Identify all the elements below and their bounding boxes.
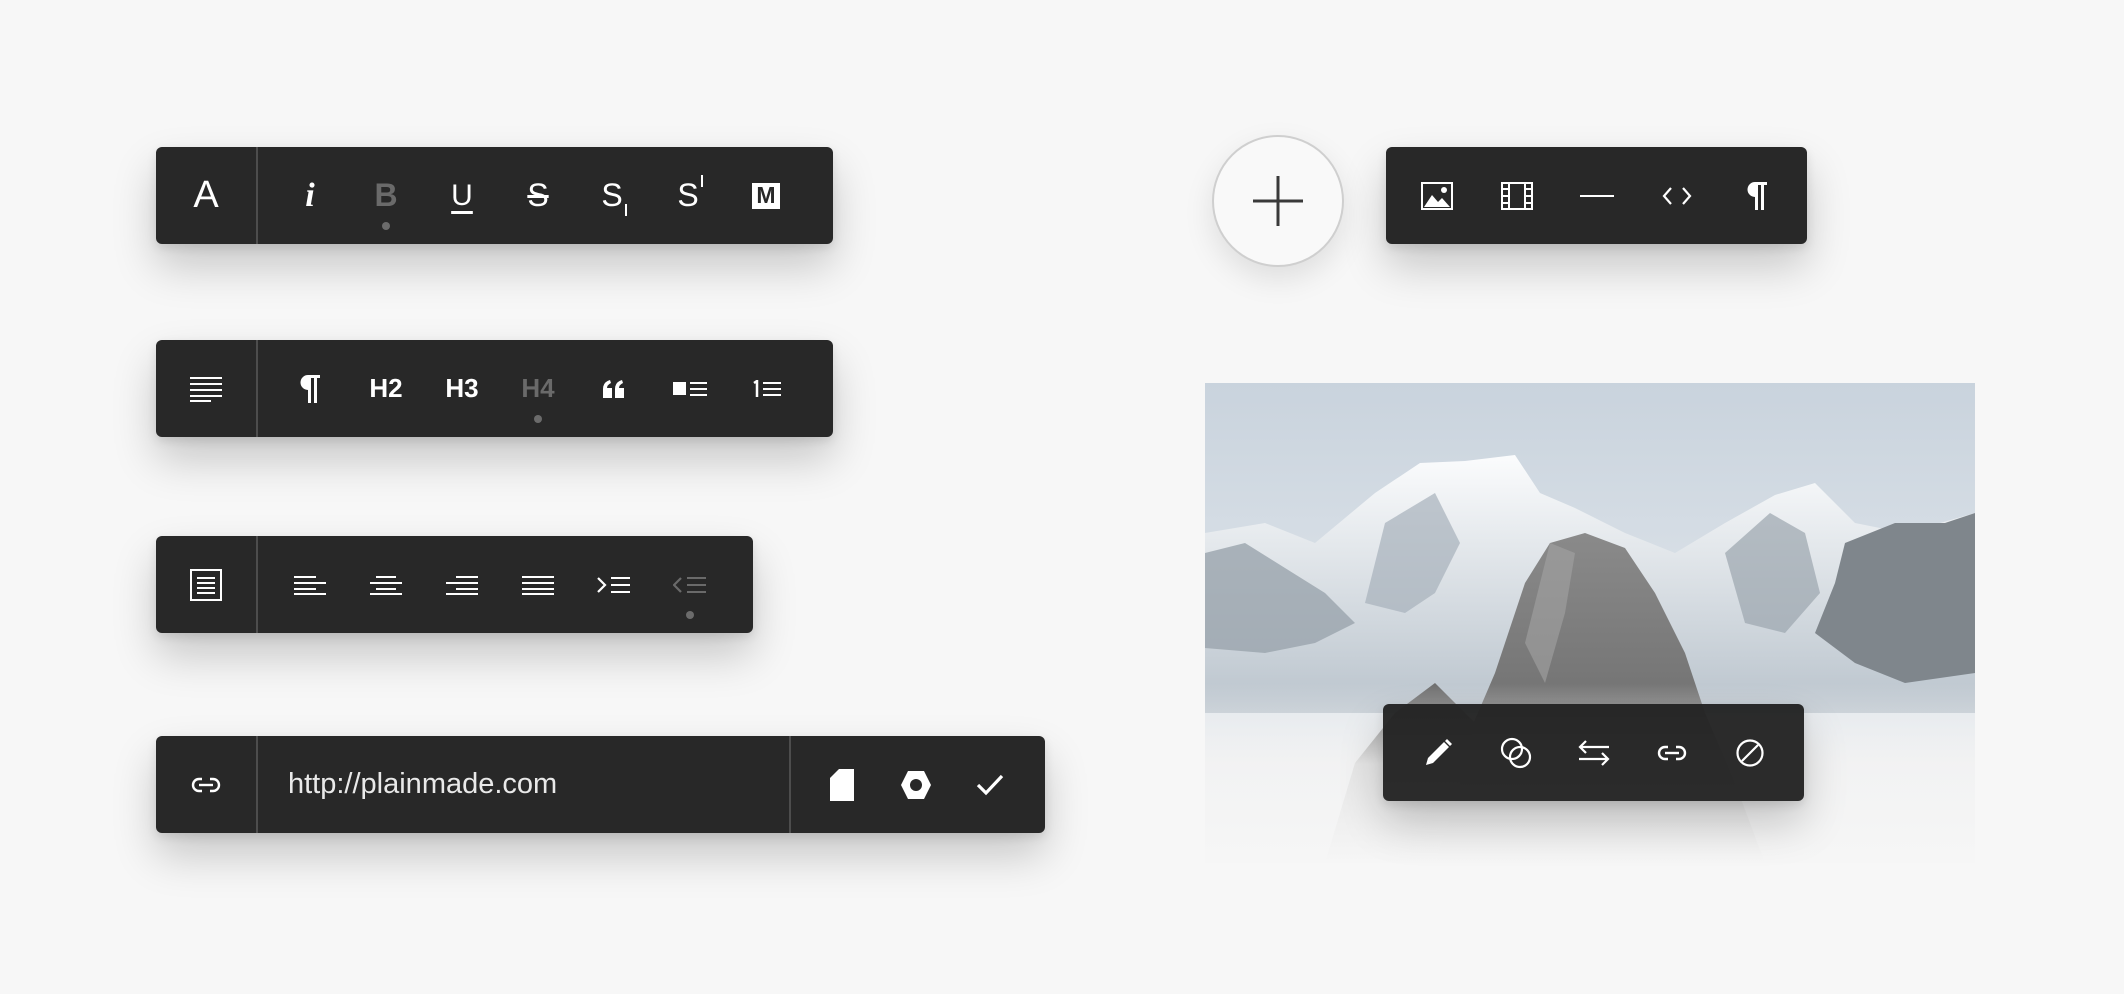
numbered-list-button[interactable] [728, 340, 804, 437]
heading-2-button[interactable]: H2 [348, 340, 424, 437]
align-center-icon [370, 575, 402, 595]
quote-icon [603, 379, 624, 398]
video-icon [1500, 181, 1533, 210]
align-right-icon [446, 575, 478, 595]
superscript-icon: S [677, 175, 703, 214]
insert-image-button[interactable] [1398, 147, 1476, 244]
heading-2-label: H2 [369, 373, 403, 403]
link-button[interactable] [156, 736, 258, 833]
bulleted-list-button[interactable] [652, 340, 728, 437]
heading-4-label: H4 [521, 373, 555, 403]
hexagon-icon [901, 770, 931, 799]
italic-icon: i [305, 176, 315, 214]
active-indicator [686, 611, 694, 619]
justify-button[interactable] [500, 536, 576, 633]
align-left-button[interactable] [272, 536, 348, 633]
page-icon [830, 768, 854, 801]
bold-button[interactable]: B [348, 147, 424, 244]
insert-plus-button[interactable] [1212, 135, 1344, 267]
paragraph-icon [1747, 181, 1767, 210]
underline-icon: U [451, 178, 473, 212]
blend-icon [1500, 737, 1531, 768]
quote-button[interactable] [576, 340, 652, 437]
plus-icon [1253, 176, 1303, 226]
image-icon [1420, 181, 1453, 210]
subscript-icon: S [601, 177, 627, 216]
indent-button[interactable] [576, 536, 652, 633]
insert-toolbar [1386, 147, 1807, 244]
align-center-button[interactable] [348, 536, 424, 633]
justify-icon [522, 575, 554, 595]
heading-3-label: H3 [445, 373, 479, 403]
image-toolbar [1383, 704, 1804, 801]
insert-code-button[interactable] [1638, 147, 1716, 244]
link-icon [191, 777, 221, 792]
insert-divider-button[interactable] [1558, 147, 1636, 244]
align-left-icon [294, 575, 326, 595]
divider-icon [1579, 194, 1614, 197]
remove-image-button[interactable] [1711, 704, 1789, 801]
url-input[interactable]: http://plainmade.com [258, 736, 791, 833]
edit-image-button[interactable] [1399, 704, 1477, 801]
subscript-button[interactable]: S [576, 147, 652, 244]
check-icon [976, 774, 1004, 795]
text-block-icon [190, 376, 222, 402]
code-icon [1662, 186, 1691, 205]
block-format-toolbar: H2 H3 H4 [156, 340, 833, 437]
insert-video-button[interactable] [1478, 147, 1556, 244]
page-link-button[interactable] [805, 736, 879, 833]
italic-button[interactable]: i [272, 147, 348, 244]
insert-paragraph-button[interactable] [1718, 147, 1796, 244]
heading-4-button[interactable]: H4 [500, 340, 576, 437]
active-indicator [382, 222, 390, 230]
bulleted-list-icon [673, 381, 707, 396]
document-button[interactable] [156, 536, 258, 633]
indent-icon [597, 576, 630, 593]
outdent-icon [673, 576, 706, 593]
active-indicator [534, 415, 542, 423]
strikethrough-icon: S [527, 177, 549, 213]
image-link-button[interactable] [1633, 704, 1711, 801]
hexagon-button[interactable] [879, 736, 953, 833]
link-toolbar: http://plainmade.com [156, 736, 1045, 833]
remove-icon [1735, 738, 1764, 767]
bold-icon: B [374, 177, 398, 213]
document-icon [190, 568, 222, 601]
confirm-link-button[interactable] [953, 736, 1027, 833]
paragraph-button[interactable] [272, 340, 348, 437]
font-style-button[interactable]: A [156, 147, 258, 244]
underline-button[interactable]: U [424, 147, 500, 244]
strikethrough-button[interactable]: S [500, 147, 576, 244]
text-block-button[interactable] [156, 340, 258, 437]
outdent-button[interactable] [652, 536, 728, 633]
paragraph-icon [300, 374, 320, 403]
superscript-button[interactable]: S [652, 147, 728, 244]
link-icon [1657, 745, 1686, 760]
monospace-button[interactable]: M [728, 147, 804, 244]
blend-button[interactable] [1477, 704, 1555, 801]
numbered-list-icon [753, 379, 781, 397]
swap-icon [1577, 739, 1610, 766]
heading-3-button[interactable]: H3 [424, 340, 500, 437]
monospace-icon: M [752, 182, 780, 209]
align-right-button[interactable] [424, 536, 500, 633]
swap-button[interactable] [1555, 704, 1633, 801]
alignment-toolbar [156, 536, 753, 633]
pencil-icon [1425, 738, 1452, 765]
font-style-label: A [193, 174, 219, 216]
formatting-toolbar: A i B U S S S M [156, 147, 833, 244]
